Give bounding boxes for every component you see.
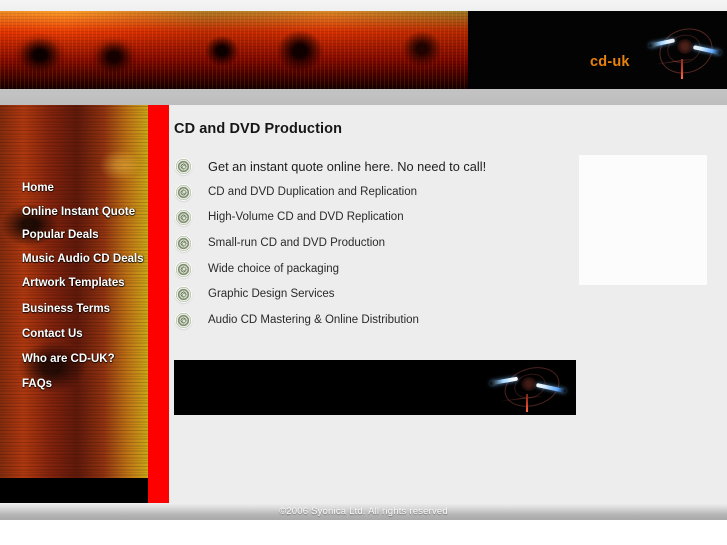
- main-content: CD and DVD Production Get an instant quo…: [169, 105, 727, 503]
- list-item-label: Wide choice of packaging: [208, 262, 340, 275]
- sidebar-item-popular-deals[interactable]: Popular Deals: [22, 229, 99, 241]
- footer-copyright: ©2006 Syonica Ltd. All rights reserved: [279, 506, 448, 517]
- promo-black-banner[interactable]: [174, 360, 576, 415]
- list-item-label: CD and DVD Duplication and Replication: [208, 185, 418, 198]
- feature-list: Get an instant quote online here. No nee…: [174, 157, 574, 337]
- light-streak-graphic-icon: [488, 361, 570, 414]
- list-item[interactable]: Get an instant quote online here. No nee…: [174, 157, 574, 183]
- site-logo[interactable]: cd-uk: [590, 54, 630, 70]
- page-root: cd-uk Home Online Instant Quote Popular …: [0, 0, 727, 545]
- list-item-label: Graphic Design Services: [208, 288, 335, 301]
- list-item[interactable]: High-Volume CD and DVD Replication: [174, 208, 574, 234]
- cd-disc-icon: [176, 287, 191, 303]
- page-bottom-spacer: [0, 520, 727, 545]
- cd-disc-icon: [176, 236, 191, 252]
- cd-disc-icon: [176, 261, 191, 277]
- sidebar-footer-strip: [0, 478, 148, 503]
- cd-disc-icon: [176, 159, 191, 174]
- list-item-label: Get an instant quote online here. No nee…: [208, 159, 487, 174]
- red-divider-bar: [148, 105, 169, 503]
- list-item[interactable]: Graphic Design Services: [174, 285, 574, 311]
- product-image-placeholder: [579, 155, 707, 285]
- list-item[interactable]: CD and DVD Duplication and Replication: [174, 183, 574, 209]
- header-collage-art-icon: [0, 11, 468, 89]
- list-item[interactable]: Audio CD Mastering & Online Distribution: [174, 311, 574, 337]
- cd-disc-icon: [176, 313, 191, 329]
- list-item-label: High-Volume CD and DVD Replication: [208, 211, 404, 224]
- list-item[interactable]: Small-run CD and DVD Production: [174, 234, 574, 260]
- list-item[interactable]: Wide choice of packaging: [174, 260, 574, 286]
- cd-disc-icon: [176, 210, 191, 226]
- list-item-label: Audio CD Mastering & Online Distribution: [208, 314, 419, 327]
- cd-disc-icon: [176, 184, 191, 200]
- sidebar-item-home[interactable]: Home: [22, 182, 54, 194]
- sidebar-item-business-terms[interactable]: Business Terms: [22, 303, 110, 315]
- sidebar-item-faqs[interactable]: FAQs: [22, 378, 52, 390]
- light-streak-graphic-icon: [645, 15, 727, 89]
- sidebar-item-contact-us[interactable]: Contact Us: [22, 328, 83, 340]
- page-title: CD and DVD Production: [174, 121, 343, 137]
- sidebar-item-online-instant-quote[interactable]: Online Instant Quote: [22, 206, 135, 218]
- site-header: cd-uk: [0, 0, 727, 105]
- list-item-label: Small-run CD and DVD Production: [208, 237, 386, 250]
- sidebar-item-who-are-cd-uk[interactable]: Who are CD-UK?: [22, 353, 115, 365]
- sidebar-item-music-audio-cd-deals[interactable]: Music Audio CD Deals: [22, 253, 144, 265]
- header-banner: cd-uk: [0, 11, 727, 89]
- sidebar-item-artwork-templates[interactable]: Artwork Templates: [22, 277, 125, 289]
